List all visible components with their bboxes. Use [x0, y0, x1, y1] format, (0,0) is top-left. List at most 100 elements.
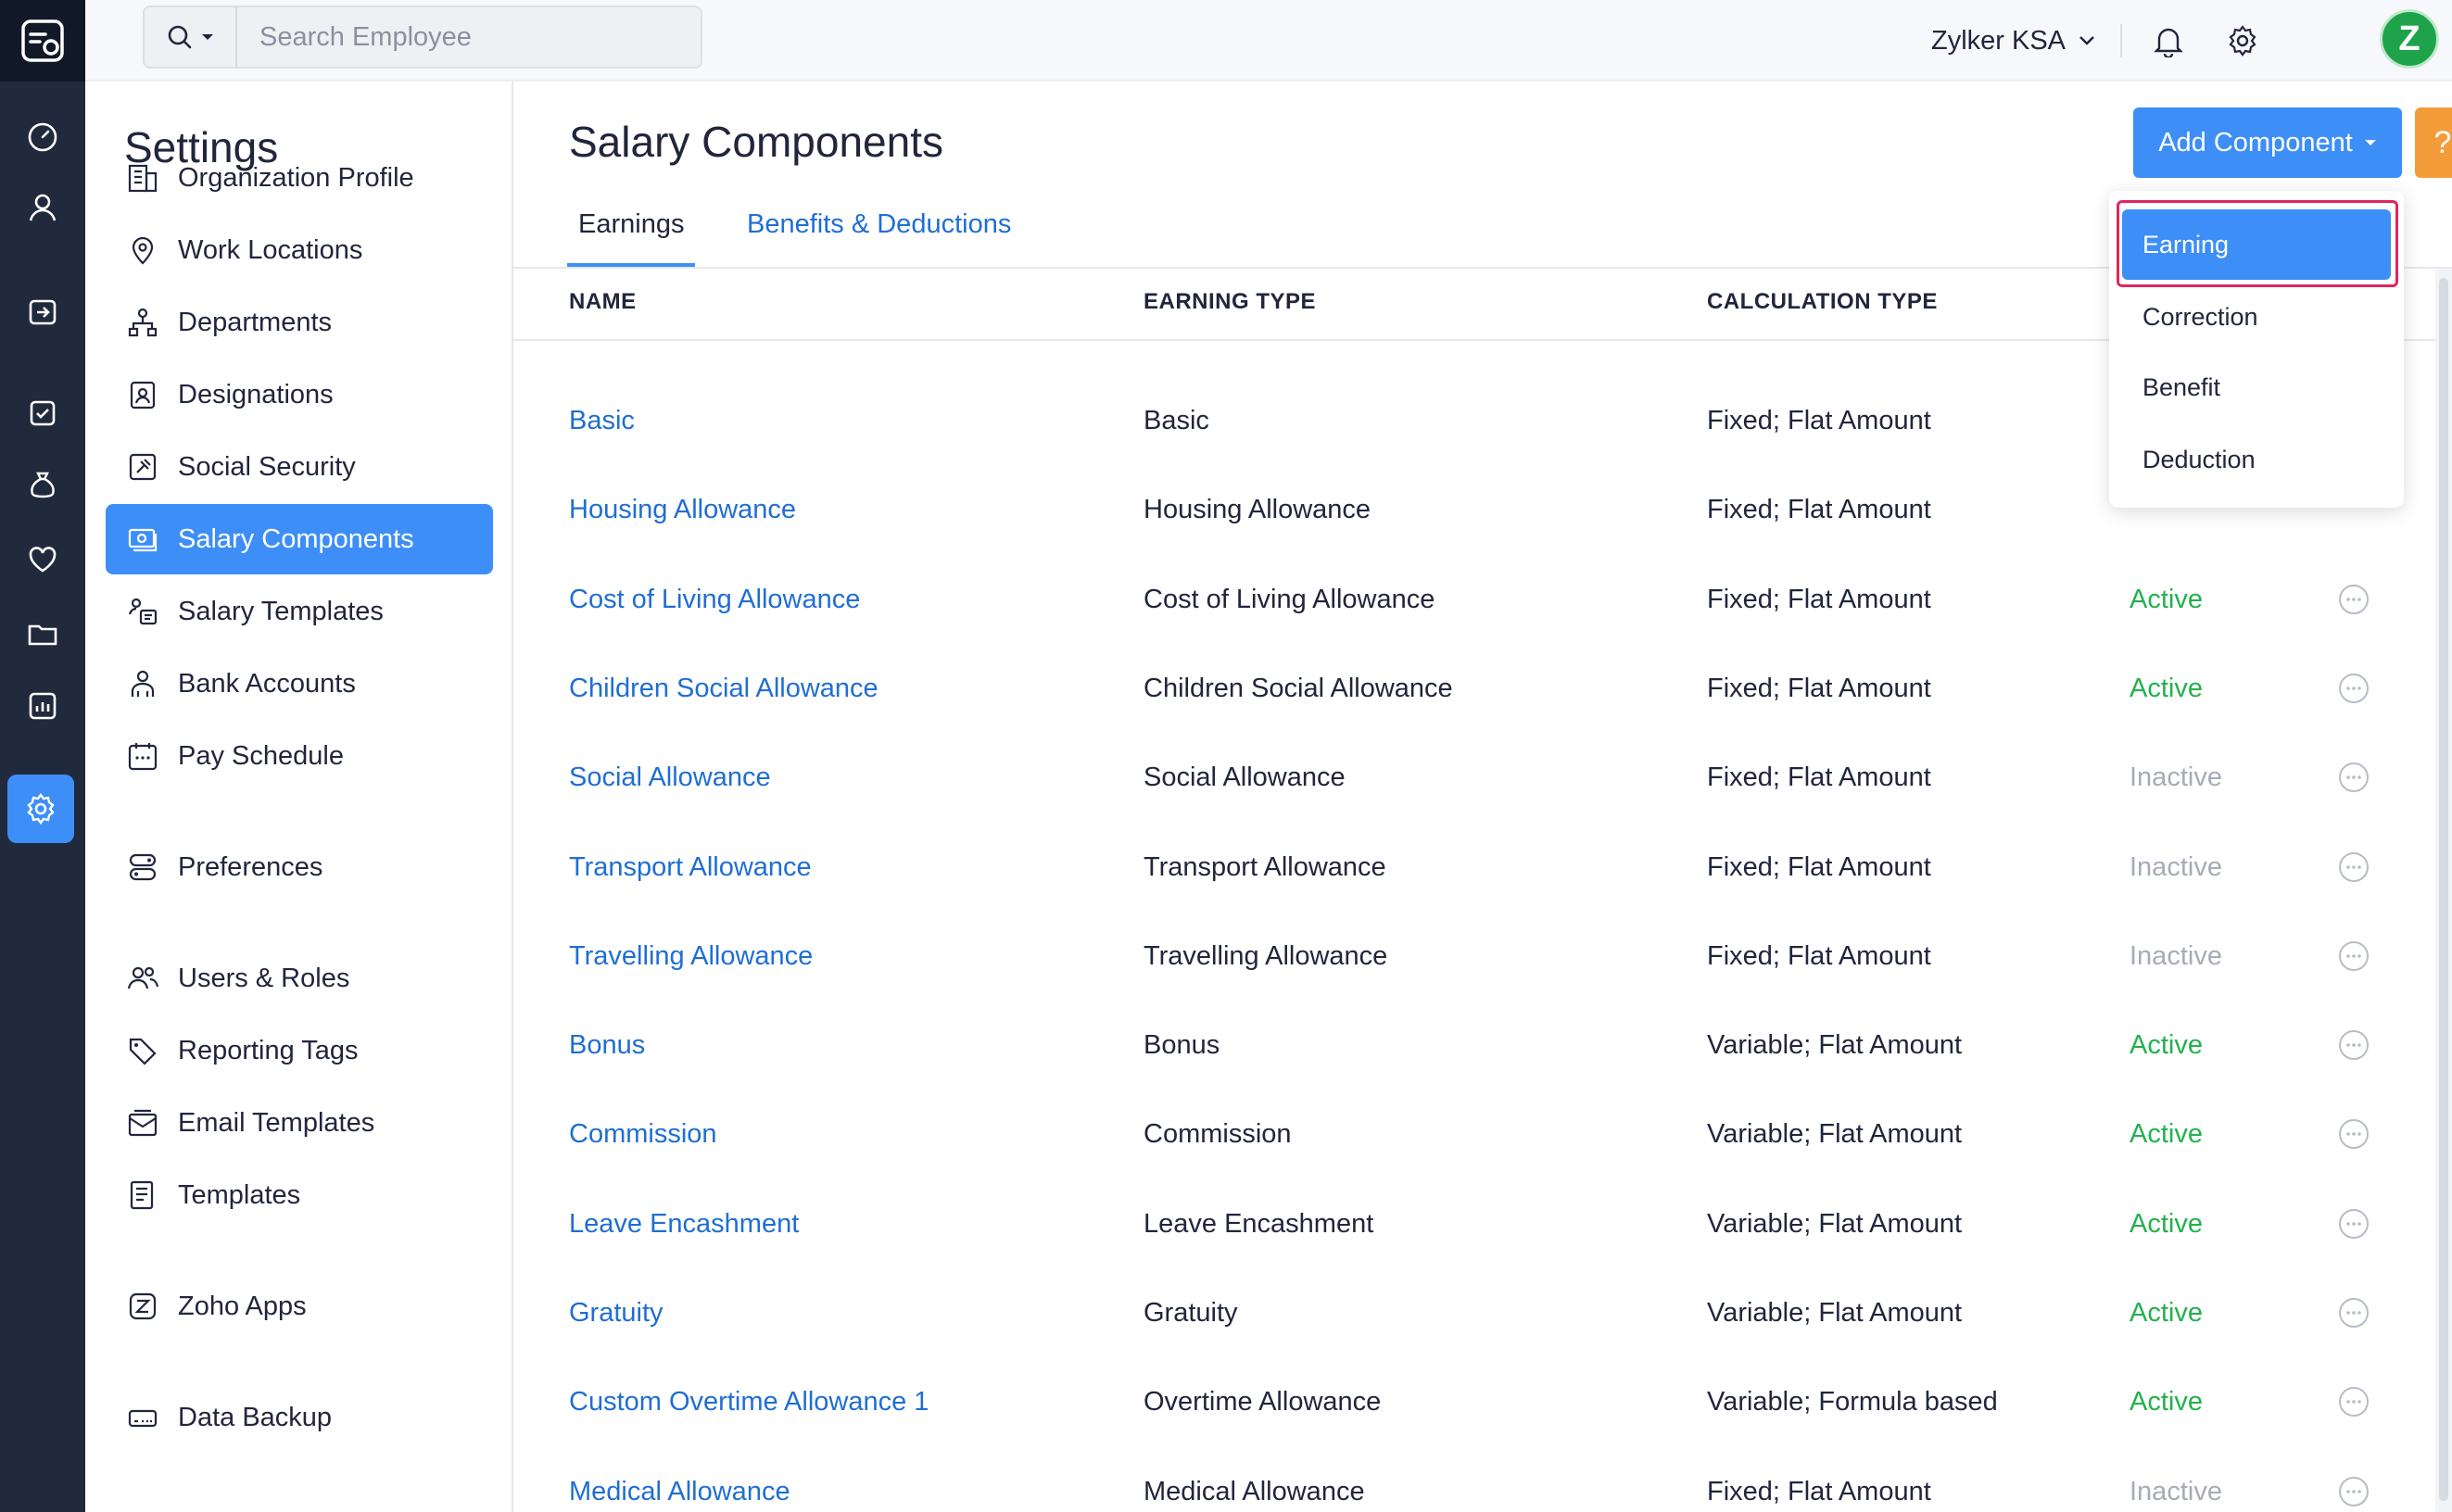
earning-type: Social Allowance	[1144, 762, 1346, 792]
calculation-type: Fixed; Flat Amount	[1707, 405, 1931, 435]
more-options-icon[interactable]	[2337, 1447, 2370, 1512]
sidebar-item-bank-accounts[interactable]: Bank Accounts	[106, 649, 493, 719]
earning-type: Children Social Allowance	[1144, 673, 1453, 703]
sidebar-item-reporting-tags[interactable]: Reporting Tags	[106, 1015, 493, 1086]
reports-icon[interactable]	[0, 678, 85, 734]
sidebar-item-organization-profile[interactable]: Organization Profile	[106, 143, 493, 213]
more-options-icon[interactable]	[2337, 555, 2370, 644]
scrollbar-thumb[interactable]	[2439, 278, 2448, 1501]
loans-icon[interactable]	[0, 458, 85, 513]
calculation-type: Fixed; Flat Amount	[1707, 494, 1931, 524]
table-row[interactable]: Cost of Living Allowance Cost of Living A…	[513, 555, 2452, 644]
benefits-heart-icon[interactable]	[0, 532, 85, 587]
settings-gear-icon[interactable]	[7, 775, 74, 843]
caret-down-icon	[202, 34, 213, 40]
menu-item-earning[interactable]: Earning	[2122, 209, 2391, 280]
help-button[interactable]: ?	[2415, 107, 2452, 178]
menu-item-correction[interactable]: Correction	[2122, 282, 2391, 352]
sidebar-item-email-templates[interactable]: Email Templates	[106, 1088, 493, 1158]
more-options-icon[interactable]	[2337, 1268, 2370, 1357]
menu-item-deduction[interactable]: Deduction	[2122, 424, 2391, 495]
sidebar-item-salary-templates[interactable]: Salary Templates	[106, 576, 493, 647]
component-name-link[interactable]: Commission	[569, 1090, 717, 1178]
add-component-menu: Earning Correction Benefit Deduction	[2109, 191, 2404, 508]
component-name-link[interactable]: Social Allowance	[569, 733, 771, 822]
calculation-type: Variable; Flat Amount	[1707, 1297, 1963, 1328]
status-badge: Active	[2130, 1297, 2203, 1328]
sidebar-item-templates[interactable]: Templates	[106, 1160, 493, 1230]
calculation-type: Variable; Flat Amount	[1707, 1118, 1963, 1149]
sidebar-item-departments[interactable]: Departments	[106, 287, 493, 358]
table-row[interactable]: Bonus Bonus Variable; Flat Amount Active	[513, 1001, 2452, 1090]
component-name-link[interactable]: Medical Allowance	[569, 1447, 790, 1512]
add-component-button[interactable]: Add Component	[2133, 107, 2402, 178]
users-icon	[126, 962, 159, 995]
component-name-link[interactable]: Transport Allowance	[569, 823, 812, 912]
app-rail	[0, 0, 85, 1512]
table-row[interactable]: Travelling Allowance Travelling Allowance…	[513, 912, 2452, 1001]
component-name-link[interactable]: Cost of Living Allowance	[569, 555, 860, 644]
avatar[interactable]: Z	[2380, 9, 2439, 69]
dashboard-icon[interactable]	[0, 109, 85, 165]
component-name-link[interactable]: Leave Encashment	[569, 1179, 799, 1268]
sidebar-item-designations[interactable]: Designations	[106, 359, 493, 430]
component-name-link[interactable]: Housing Allowance	[569, 465, 796, 554]
org-switcher[interactable]: Zylker KSA	[1931, 0, 2095, 82]
table-row[interactable]: Custom Overtime Allowance 1 Overtime Allo…	[513, 1357, 2452, 1446]
search-input[interactable]	[237, 7, 701, 67]
calculation-type: Fixed; Flat Amount	[1707, 851, 1931, 882]
table-row[interactable]: Social Allowance Social Allowance Fixed; F…	[513, 733, 2452, 822]
column-header-name[interactable]: NAME	[569, 289, 637, 315]
tab-earnings[interactable]: Earnings	[566, 209, 696, 267]
calculation-type: Fixed; Flat Amount	[1707, 1476, 1931, 1506]
sidebar-item-preferences[interactable]: Preferences	[106, 832, 493, 902]
sidebar-item-work-locations[interactable]: Work Locations	[106, 215, 493, 285]
pay-runs-icon[interactable]	[0, 284, 85, 339]
sidebar-item-zoho-apps[interactable]: Zoho Apps	[106, 1271, 493, 1342]
component-name-link[interactable]: Travelling Allowance	[569, 912, 813, 1001]
more-options-icon[interactable]	[2337, 644, 2370, 733]
more-options-icon[interactable]	[2337, 733, 2370, 822]
toggle-icon	[126, 850, 159, 884]
column-header-earning-type[interactable]: EARNING TYPE	[1144, 289, 1316, 315]
table-row[interactable]: Commission Commission Variable; Flat Amoun…	[513, 1090, 2452, 1178]
table-row[interactable]: Children Social Allowance Children Social…	[513, 644, 2452, 733]
sidebar-item-pay-schedule[interactable]: Pay Schedule	[106, 721, 493, 791]
more-options-icon[interactable]	[2337, 1001, 2370, 1090]
menu-item-benefit[interactable]: Benefit	[2122, 352, 2391, 422]
component-name-link[interactable]: Bonus	[569, 1001, 645, 1090]
table-row[interactable]: Transport Allowance Transport Allowance Fi…	[513, 823, 2452, 912]
more-options-icon[interactable]	[2337, 823, 2370, 912]
sidebar-item-social-security[interactable]: Social Security	[106, 432, 493, 502]
earning-type: Commission	[1144, 1118, 1292, 1149]
tab-benefits-deductions[interactable]: Benefits & Deductions	[747, 209, 1011, 267]
calculation-type: Variable; Flat Amount	[1707, 1208, 1963, 1239]
status-badge: Inactive	[2130, 851, 2222, 882]
more-options-icon[interactable]	[2337, 1179, 2370, 1268]
component-name-link[interactable]: Basic	[569, 376, 635, 465]
gear-icon[interactable]	[2222, 20, 2263, 61]
more-options-icon[interactable]	[2337, 912, 2370, 1001]
search-filter-button[interactable]	[145, 7, 237, 67]
more-options-icon[interactable]	[2337, 1090, 2370, 1178]
status-badge: Active	[2130, 1208, 2203, 1239]
sidebar-item-users-roles[interactable]: Users & Roles	[106, 943, 493, 1014]
component-name-link[interactable]: Children Social Allowance	[569, 644, 878, 733]
component-name-link[interactable]: Custom Overtime Allowance 1	[569, 1357, 929, 1446]
approvals-icon[interactable]	[0, 385, 85, 441]
column-header-calculation-type[interactable]: CALCULATION TYPE	[1707, 289, 1938, 315]
documents-folder-icon[interactable]	[0, 606, 85, 662]
component-name-link[interactable]: Gratuity	[569, 1268, 664, 1357]
table-row[interactable]: Gratuity Gratuity Variable; Flat Amount Act…	[513, 1268, 2452, 1357]
sidebar-item-salary-components[interactable]: Salary Components	[106, 504, 493, 574]
bell-icon[interactable]	[2148, 20, 2189, 61]
calculation-type: Fixed; Flat Amount	[1707, 940, 1931, 971]
shield-icon	[126, 450, 159, 484]
table-row[interactable]: Medical Allowance Medical Allowance Fixed;…	[513, 1447, 2452, 1512]
table-row[interactable]: Leave Encashment Leave Encashment Variable…	[513, 1179, 2452, 1268]
page-title: Salary Components	[569, 118, 943, 166]
sidebar-item-data-backup[interactable]: Data Backup	[106, 1382, 493, 1453]
more-options-icon[interactable]	[2337, 1357, 2370, 1446]
employees-icon[interactable]	[0, 180, 85, 235]
app-logo-icon[interactable]	[0, 0, 85, 82]
